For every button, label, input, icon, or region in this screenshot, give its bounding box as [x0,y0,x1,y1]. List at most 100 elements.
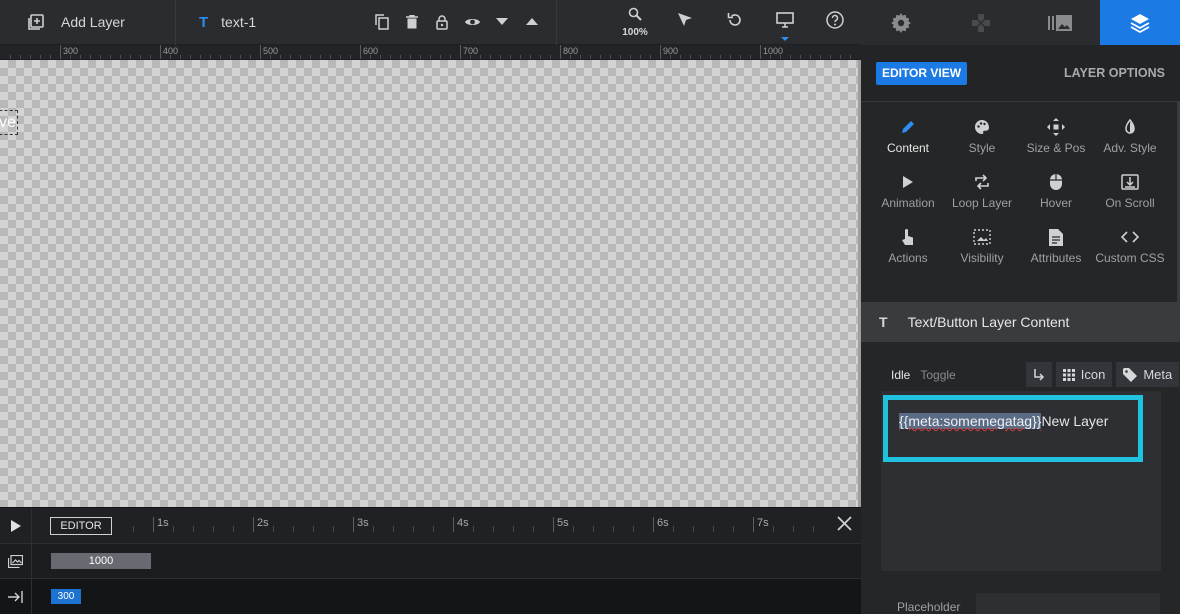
ruler-minor-tick [150,55,151,59]
option-actions[interactable]: Actions [871,227,945,265]
option-hover[interactable]: Hover [1019,172,1093,210]
timeline-minor-tick [573,526,574,532]
close-timeline-button[interactable] [837,516,852,534]
tab-slides[interactable] [1021,0,1101,45]
option-label: Actions [888,251,928,265]
canvas-text-layer[interactable]: ver [0,110,18,135]
ruler-major-tick [460,45,461,59]
device-desktop-button[interactable] [760,0,810,45]
option-label: Custom CSS [1095,251,1165,265]
option-custom-css[interactable]: Custom CSS [1093,227,1167,265]
ruler-minor-tick [390,55,391,59]
layer-content-editor[interactable]: {{meta:somemegatag}}New Layer [881,391,1161,571]
option-style[interactable]: Style [945,117,1019,155]
timeline-minor-tick [773,526,774,532]
placeholder-input[interactable] [976,593,1160,614]
timeline-minor-tick [313,526,314,532]
ruler-minor-tick [540,55,541,59]
ruler-minor-tick [530,55,531,59]
tab-toggle[interactable]: Toggle [920,368,955,382]
content-tabs: Idle Toggle Icon Meta [881,362,1180,387]
play-icon [903,172,913,192]
layer-actions [371,0,557,45]
tab-settings[interactable] [861,0,941,45]
layer-options-label[interactable]: LAYER OPTIONS [1064,66,1165,80]
timeline-second-label: 5s [557,517,569,529]
ruler-minor-tick [190,55,191,59]
ruler-minor-tick [480,55,481,59]
insert-icon-button[interactable]: Icon [1055,362,1113,387]
zoom-icon [628,7,642,26]
close-icon [837,516,852,531]
ruler-minor-tick [320,55,321,59]
editor-timeline-tag[interactable]: EDITOR [50,517,112,535]
ruler-minor-tick [790,55,791,59]
play-button[interactable] [0,508,32,544]
slide-row-icon-button[interactable] [0,544,32,579]
ruler-minor-tick [40,55,41,59]
gear-icon [890,12,911,33]
section-header[interactable]: T Text/Button Layer Content [861,302,1180,342]
timeline-minor-tick [473,526,474,532]
desktop-icon [776,11,794,33]
timeline-second-label: 6s [657,517,669,529]
eye-icon[interactable] [463,13,481,31]
lock-icon[interactable] [433,13,451,31]
layer-start-badge[interactable]: 300 [51,589,81,604]
tab-layers[interactable] [1100,0,1180,45]
editor-view-button[interactable]: EDITOR VIEW [876,62,967,85]
trash-icon[interactable] [403,13,421,31]
slide-duration-bar[interactable]: 1000 [51,553,151,569]
option-visibility[interactable]: Visibility [945,227,1019,265]
move-up-icon[interactable] [523,13,541,31]
option-loop-layer[interactable]: Loop Layer [945,172,1019,210]
tab-idle[interactable]: Idle [891,368,910,382]
current-layer-selector[interactable]: T text-1 [176,0,371,45]
timeline-second-tick [353,517,354,532]
ruler-minor-tick [420,55,421,59]
tab-navigation[interactable] [941,0,1021,45]
arrow-to-end-icon [8,591,23,603]
move-down-icon[interactable] [493,13,511,31]
cursor-icon [677,12,693,33]
text-layer-icon: T [879,314,888,330]
ruler-minor-tick [780,55,781,59]
timeline-second-tick [653,517,654,532]
add-layer-button[interactable]: Add Layer [0,0,176,45]
ruler-minor-tick [330,55,331,59]
help-button[interactable] [810,0,860,45]
timeline-header: EDITOR 1s 2s 3s 4s 5s 6s 7s [0,508,861,544]
option-content[interactable]: Content [871,117,945,155]
ruler-minor-tick [230,55,231,59]
duplicate-icon[interactable] [373,13,391,31]
ruler-minor-tick [720,55,721,59]
timeline-second-tick [253,517,254,532]
option-on-scroll[interactable]: On Scroll [1093,172,1167,210]
ruler-major-tick [160,45,161,59]
ruler-minor-tick [100,55,101,59]
slide-canvas[interactable]: ver [0,60,861,507]
zoom-value: 100% [622,26,648,38]
section-title: Text/Button Layer Content [907,314,1070,330]
line-break-button[interactable] [1025,362,1052,387]
selected-meta-tag[interactable]: {{meta:somemegatag}} [899,413,1042,429]
select-tool-button[interactable] [660,0,710,45]
option-attributes[interactable]: Attributes [1019,227,1093,265]
option-label: Size & Pos [1026,141,1086,155]
ruler-minor-tick [210,55,211,59]
option-animation[interactable]: Animation [871,172,945,210]
ruler-minor-tick [850,55,851,59]
option-adv-style[interactable]: Adv. Style [1093,117,1167,155]
zoom-control[interactable]: 100% [610,7,660,38]
undo-button[interactable] [710,0,760,45]
add-layer-label: Add Layer [61,14,125,30]
editor-text[interactable]: {{meta:somemegatag}}New Layer [899,413,1108,429]
ruler-minor-tick [80,55,81,59]
loop-icon [974,172,990,192]
ruler-minor-tick [820,55,821,59]
insert-meta-label: Meta [1143,367,1173,382]
timeline-minor-tick [393,526,394,532]
option-size-pos[interactable]: Size & Pos [1019,117,1093,155]
layer-row-icon-button[interactable] [0,579,32,614]
insert-meta-button[interactable]: Meta [1116,362,1180,387]
